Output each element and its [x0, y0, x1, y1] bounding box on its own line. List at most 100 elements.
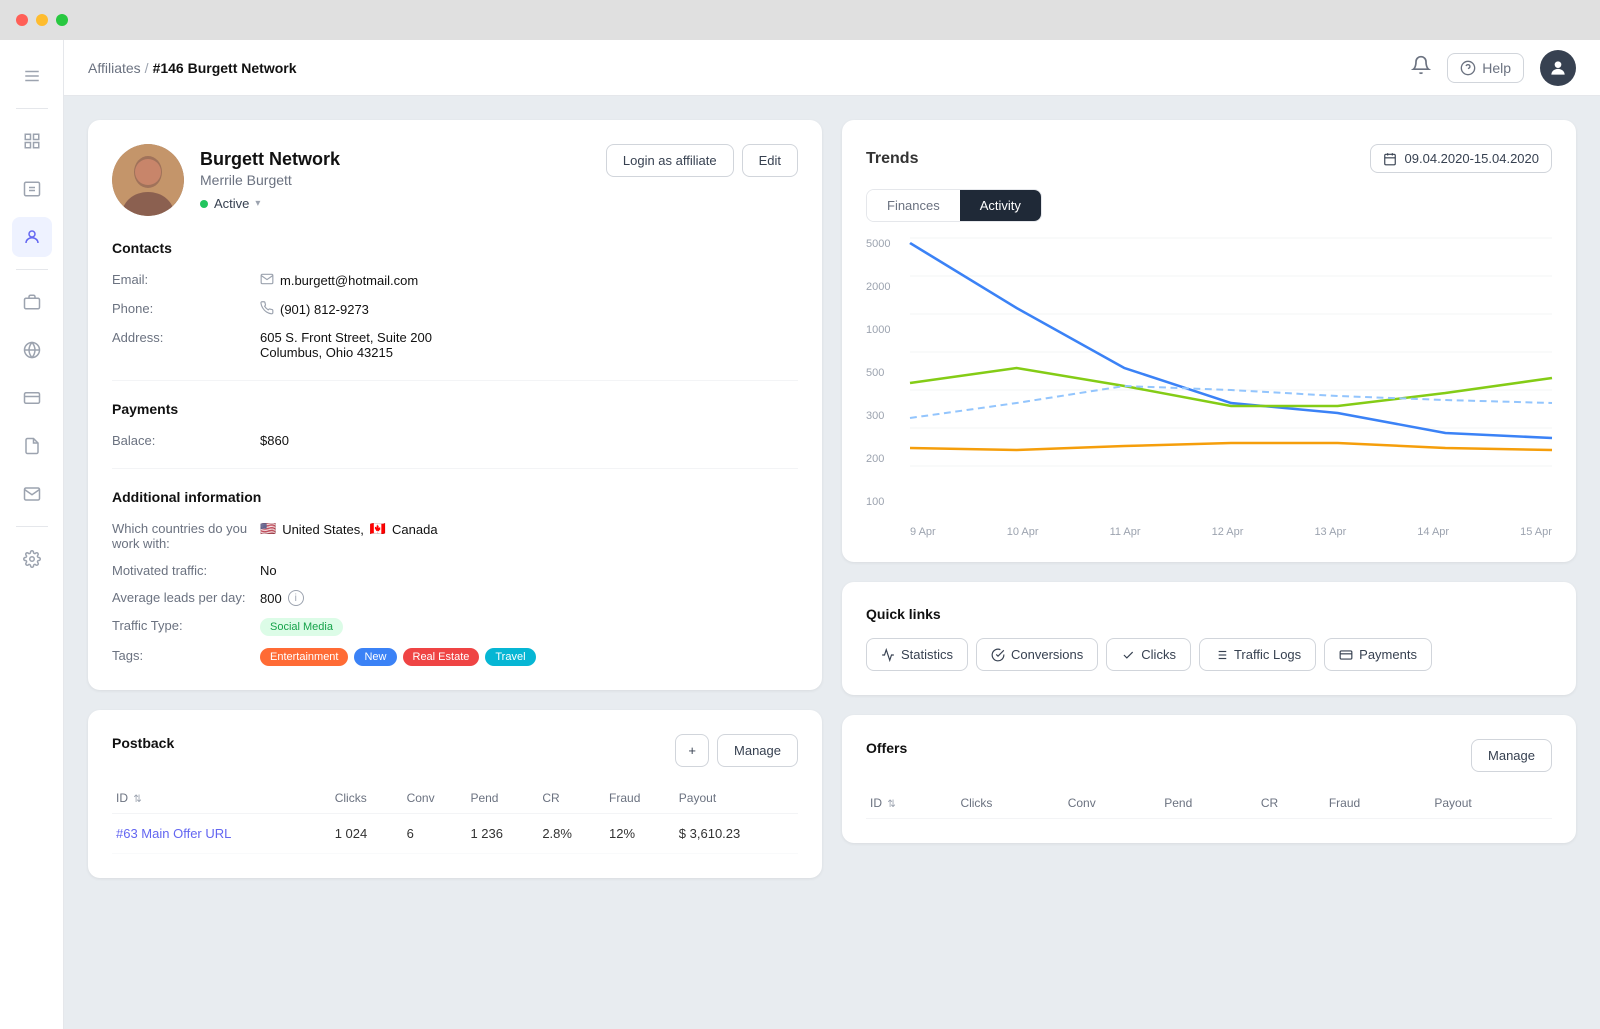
chevron-down-icon: ▾	[255, 198, 260, 209]
row-id: #63 Main Offer URL	[112, 814, 331, 854]
y-label-1000: 1000	[866, 324, 906, 336]
traffic-label: Traffic Type:	[112, 618, 252, 633]
phone-row: Phone: (901) 812-9273	[112, 301, 798, 318]
quick-link-conversions-label: Conversions	[1011, 647, 1083, 662]
quick-links-title: Quick links	[866, 606, 1552, 622]
canada-text: Canada	[392, 522, 438, 537]
y-label-100: 100	[866, 496, 906, 508]
email-value: m.burgett@hotmail.com	[260, 272, 798, 289]
quick-link-clicks[interactable]: Clicks	[1106, 638, 1191, 671]
postback-table-header: ID ⇅ Clicks Conv Pend CR Fraud Payout	[112, 783, 798, 814]
countries-row: Which countries do you work with: 🇺🇸 Uni…	[112, 521, 798, 551]
x-label-11apr: 11 Apr	[1110, 526, 1141, 538]
motivated-label: Motivated traffic:	[112, 563, 252, 578]
offers-col-conv: Conv	[1064, 788, 1161, 819]
x-label-15apr: 15 Apr	[1520, 526, 1552, 538]
add-postback-button[interactable]: +	[675, 734, 709, 767]
briefcase-icon[interactable]	[12, 282, 52, 322]
y-label-500: 500	[866, 367, 906, 379]
col-fraud: Fraud	[605, 783, 675, 814]
table-row: #63 Main Offer URL 1 024 6 1 236 2.8% 12…	[112, 814, 798, 854]
profile-card: Burgett Network Merrile Burgett Active ▾	[88, 120, 822, 690]
col-id: ID ⇅	[112, 783, 331, 814]
help-button[interactable]: Help	[1447, 53, 1524, 83]
globe-icon[interactable]	[12, 330, 52, 370]
maximize-dot[interactable]	[56, 14, 68, 26]
leads-row: Average leads per day: 800 i	[112, 590, 798, 606]
countries-value: 🇺🇸 United States, 🇨🇦 Canada	[260, 521, 798, 537]
postback-header: Postback + Manage	[112, 734, 798, 767]
quick-link-conversions[interactable]: Conversions	[976, 638, 1098, 671]
sidebar-divider-3	[16, 526, 48, 527]
login-as-affiliate-button[interactable]: Login as affiliate	[606, 144, 734, 177]
left-column: Burgett Network Merrile Burgett Active ▾	[88, 120, 822, 1005]
profile-username: Merrile Burgett	[200, 172, 340, 188]
tags-row: Tags: Entertainment New Real Estate Trav…	[112, 648, 798, 666]
row-pend: 1 236	[466, 814, 538, 854]
sort-icon-id: ⇅	[133, 794, 141, 805]
contacts-icon[interactable]	[12, 169, 52, 209]
settings-icon[interactable]	[12, 539, 52, 579]
additional-title: Additional information	[112, 489, 798, 505]
postback-card: Postback + Manage ID ⇅ Clicks Conv	[88, 710, 822, 878]
address-label: Address:	[112, 330, 252, 345]
topnav-actions: Help	[1411, 50, 1576, 86]
date-range-picker[interactable]: 09.04.2020-15.04.2020	[1370, 144, 1552, 173]
postback-link[interactable]: #63 Main Offer URL	[116, 826, 231, 841]
leads-number: 800	[260, 591, 282, 606]
quick-link-payments[interactable]: Payments	[1324, 638, 1432, 671]
offers-col-payout: Payout	[1430, 788, 1552, 819]
close-dot[interactable]	[16, 14, 28, 26]
postback-table-body: #63 Main Offer URL 1 024 6 1 236 2.8% 12…	[112, 814, 798, 854]
quick-link-traffic-logs[interactable]: Traffic Logs	[1199, 638, 1316, 671]
payments-grid: Balace: $860	[112, 433, 798, 448]
phone-label: Phone:	[112, 301, 252, 316]
row-cr: 2.8%	[538, 814, 605, 854]
tab-finances[interactable]: Finances	[867, 190, 960, 221]
offers-table-header: ID ⇅ Clicks Conv Pend CR Fraud Payout	[866, 788, 1552, 819]
manage-postback-button[interactable]: Manage	[717, 734, 798, 767]
traffic-tag: Social Media	[260, 618, 343, 636]
status-dot	[200, 200, 208, 208]
card-icon[interactable]	[12, 378, 52, 418]
breadcrumb-current: #146 Burgett Network	[153, 60, 297, 76]
offers-col-fraud: Fraud	[1325, 788, 1431, 819]
minimize-dot[interactable]	[36, 14, 48, 26]
row-fraud: 12%	[605, 814, 675, 854]
profile-avatar	[112, 144, 184, 216]
right-column: Trends 09.04.2020-15.04.2020 Finances Ac…	[842, 120, 1576, 1005]
tab-activity[interactable]: Activity	[960, 190, 1041, 221]
main-content: Burgett Network Merrile Burgett Active ▾	[64, 96, 1600, 1029]
offers-table: ID ⇅ Clicks Conv Pend CR Fraud Payout	[866, 788, 1552, 819]
reports-icon[interactable]	[12, 426, 52, 466]
notification-bell-icon[interactable]	[1411, 55, 1431, 80]
x-label-14apr: 14 Apr	[1417, 526, 1449, 538]
offers-card: Offers Manage ID ⇅ Clicks Conv Pend CR F…	[842, 715, 1576, 843]
manage-offers-button[interactable]: Manage	[1471, 739, 1552, 772]
col-clicks: Clicks	[331, 783, 403, 814]
user-avatar[interactable]	[1540, 50, 1576, 86]
chart-icon[interactable]	[12, 121, 52, 161]
affiliates-icon[interactable]	[12, 217, 52, 257]
quick-link-clicks-label: Clicks	[1141, 647, 1176, 662]
traffic-value: Social Media	[260, 618, 798, 636]
trend-tabs: Finances Activity	[866, 189, 1042, 222]
leads-value: 800 i	[260, 590, 798, 606]
profile-status[interactable]: Active ▾	[200, 196, 340, 211]
us-flag: 🇺🇸	[260, 521, 276, 537]
quick-link-statistics[interactable]: Statistics	[866, 638, 968, 671]
menu-icon[interactable]	[12, 56, 52, 96]
breadcrumb-parent[interactable]: Affiliates	[88, 60, 141, 76]
col-cr: CR	[538, 783, 605, 814]
tag-new: New	[354, 648, 396, 666]
edit-button[interactable]: Edit	[742, 144, 798, 177]
offers-col-pend: Pend	[1160, 788, 1257, 819]
sidebar	[0, 40, 64, 1029]
chart-y-labels: 5000 2000 1000 500 300 200 100	[866, 238, 906, 508]
date-range-value: 09.04.2020-15.04.2020	[1405, 151, 1539, 166]
trends-card: Trends 09.04.2020-15.04.2020 Finances Ac…	[842, 120, 1576, 562]
email-icon[interactable]	[12, 474, 52, 514]
phone-icon	[260, 301, 274, 318]
offers-col-cr: CR	[1257, 788, 1325, 819]
trends-header: Trends 09.04.2020-15.04.2020	[866, 144, 1552, 173]
